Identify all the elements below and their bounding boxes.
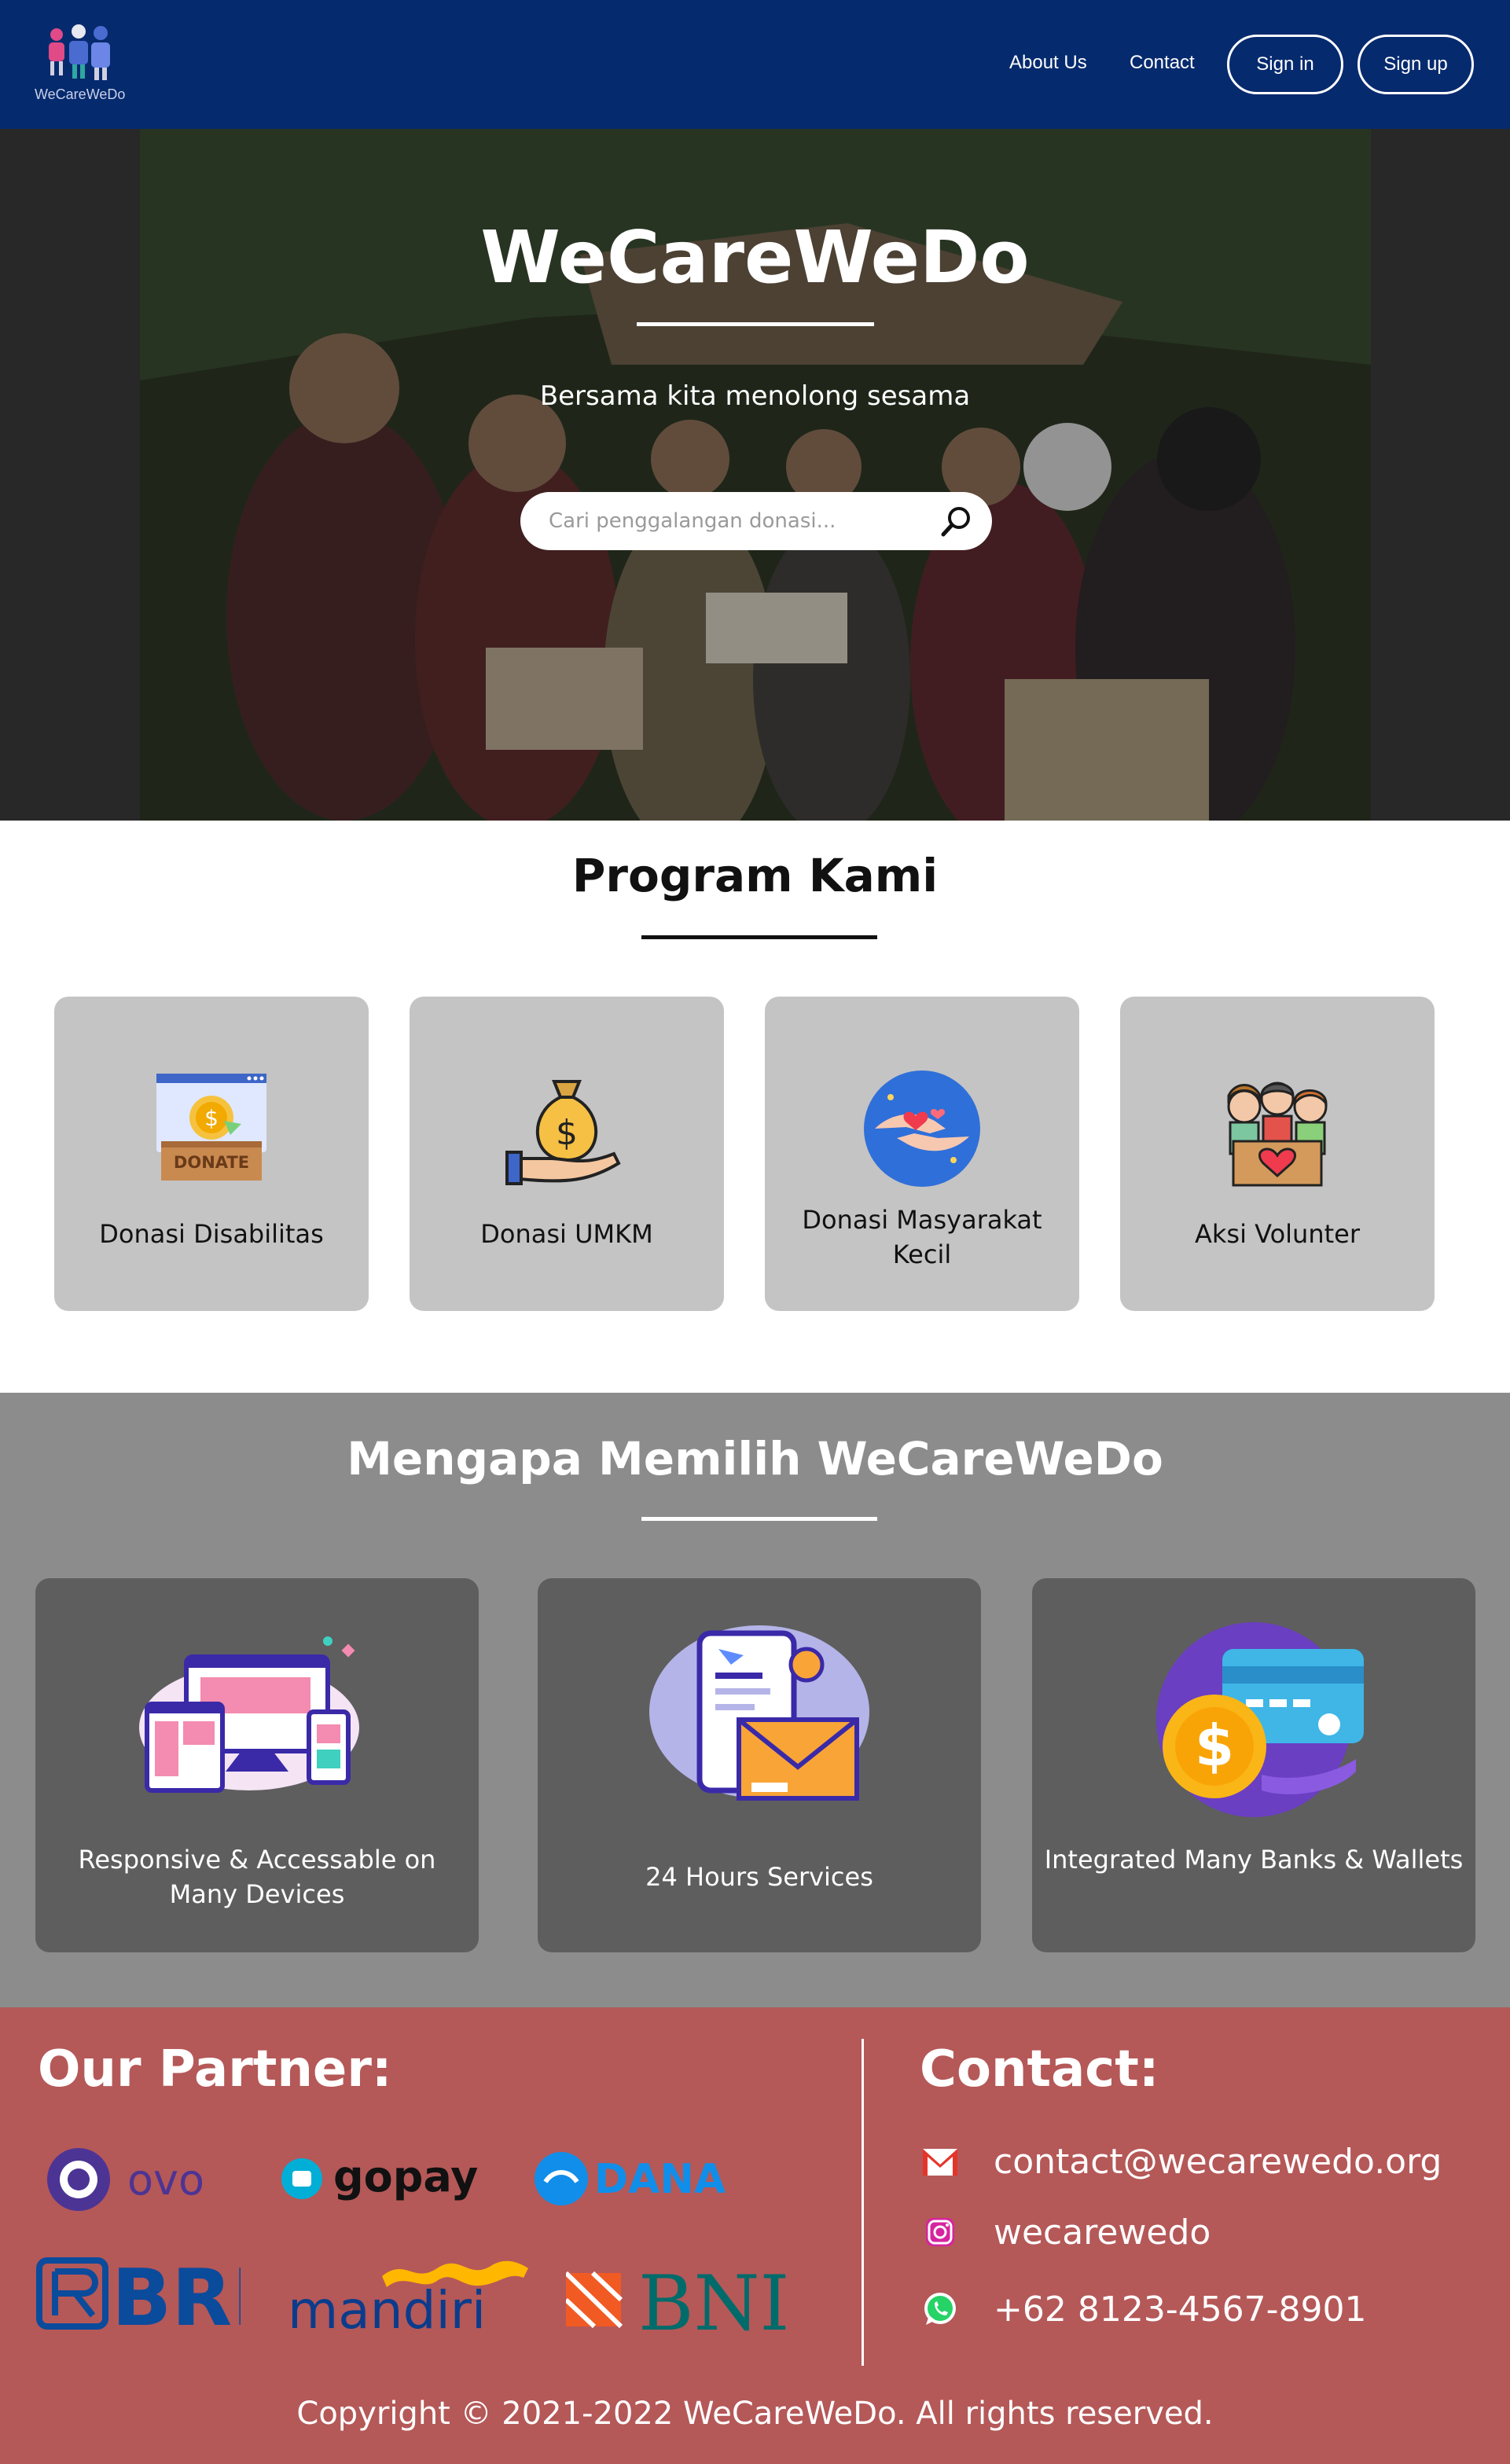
whatsapp-icon <box>924 2293 956 2325</box>
money-bag-hand-icon: $ <box>505 1080 621 1185</box>
partner-bri[interactable]: BRI <box>36 2252 261 2344</box>
svg-text:$: $ <box>204 1105 219 1131</box>
why-card-24h: 24 Hours Services <box>538 1578 981 1952</box>
bni-logo-icon: BNI <box>564 2260 789 2348</box>
donate-box-icon: $ DONATE <box>156 1074 266 1181</box>
partner-title: Our Partner: <box>38 2040 392 2099</box>
program-card-label: Aksi Volunter <box>1195 1219 1360 1249</box>
why-card-label: Responsive & Accessable on Many Devices <box>78 1845 436 1909</box>
program-title-underline <box>641 935 877 939</box>
svg-text:BNI: BNI <box>638 2260 786 2336</box>
devices-icon <box>139 1636 359 1793</box>
contact-email-row[interactable]: contact@wecarewedo.org <box>920 2138 1442 2185</box>
search-input[interactable] <box>549 506 926 536</box>
hero-section: WeCareWeDo Bersama kita menolong sesama <box>0 129 1510 821</box>
svg-text:$: $ <box>556 1113 578 1153</box>
search-icon[interactable] <box>939 503 975 539</box>
nav-about-us[interactable]: About Us <box>1009 52 1087 74</box>
program-card-masyarakat-kecil[interactable]: Donasi Masyarakat Kecil <box>765 997 1079 1311</box>
dana-logo-icon: DANA <box>535 2152 726 2205</box>
svg-text:gopay: gopay <box>333 2152 478 2201</box>
why-card-label: Integrated Many Banks & Wallets <box>1044 1845 1464 1875</box>
hero-title: WeCareWeDo <box>480 215 1030 299</box>
footer: Our Partner: ovo gopay DANA BRI <box>0 2007 1510 2464</box>
logo[interactable]: WeCareWeDo <box>31 22 141 108</box>
contact-title: Contact: <box>920 2040 1159 2099</box>
why-card-responsive: Responsive & Accessable on Many Devices <box>35 1578 479 1952</box>
svg-text:BRI: BRI <box>112 2256 241 2334</box>
program-title: Program Kami <box>571 849 939 902</box>
program-card-umkm[interactable]: $ Donasi UMKM <box>410 997 724 1311</box>
contact-phone[interactable]: +62 8123-4567-8901 <box>994 2290 1367 2330</box>
why-card-label: 24 Hours Services <box>645 1862 873 1892</box>
program-card-label: Donasi UMKM <box>480 1219 653 1249</box>
sign-in-button[interactable]: Sign in <box>1227 35 1343 94</box>
hero-subtitle: Bersama kita menolong sesama <box>539 380 971 412</box>
instagram-icon <box>926 2218 954 2246</box>
ovo-logo-icon: ovo <box>47 2148 204 2211</box>
program-card-label: Donasi Masyarakat Kecil <box>802 1205 1042 1269</box>
hero-title-underline <box>637 322 874 326</box>
donate-text: DONATE <box>174 1153 249 1172</box>
sign-up-button[interactable]: Sign up <box>1358 35 1474 94</box>
contact-phone-row[interactable]: +62 8123-4567-8901 <box>920 2286 1367 2333</box>
phone-mail-icon <box>649 1625 869 1801</box>
partner-mandiri[interactable]: mandiri <box>288 2253 531 2341</box>
partner-ovo[interactable]: ovo <box>44 2144 233 2215</box>
program-card-disabilitas[interactable]: $ DONATE Donasi Disabilitas <box>54 997 369 1311</box>
svg-text:DANA: DANA <box>594 2156 726 2203</box>
partner-gopay[interactable]: gopay <box>280 2147 484 2210</box>
svg-text:mandiri: mandiri <box>288 2280 486 2339</box>
why-title-underline <box>641 1517 877 1521</box>
mandiri-logo-icon: mandiri <box>288 2260 528 2341</box>
family-logo-icon <box>49 24 110 80</box>
contact-instagram[interactable]: wecarewedo <box>994 2212 1211 2253</box>
navbar: WeCareWeDo About Us Contact Sign in Sign… <box>0 0 1510 129</box>
logo-text: WeCareWeDo <box>35 86 126 102</box>
why-title: Mengapa Memilih WeCareWeDo <box>347 1432 1163 1485</box>
contact-instagram-row[interactable]: wecarewedo <box>920 2209 1211 2256</box>
mail-icon <box>923 2149 957 2176</box>
svg-text:ovo: ovo <box>127 2155 204 2205</box>
volunteers-heart-box-icon <box>1227 1081 1328 1187</box>
svg-text:$: $ <box>1195 1713 1234 1779</box>
footer-divider <box>862 2039 864 2366</box>
gopay-logo-icon: gopay <box>281 2152 478 2201</box>
why-card-banks: $ Integrated Many Banks & Wallets <box>1032 1578 1475 1952</box>
program-card-label: Donasi Disabilitas <box>99 1219 324 1249</box>
hands-hearts-icon <box>864 1070 980 1187</box>
credit-card-coin-icon: $ <box>1156 1622 1364 1817</box>
contact-email[interactable]: contact@wecarewedo.org <box>994 2142 1442 2182</box>
copyright: Copyright © 2021-2022 WeCareWeDo. All ri… <box>296 2396 1214 2432</box>
program-card-aksi-volunter[interactable]: Aksi Volunter <box>1120 997 1435 1311</box>
partner-bni[interactable]: BNI <box>564 2260 789 2348</box>
search-bar <box>520 492 992 550</box>
nav-contact[interactable]: Contact <box>1130 52 1195 74</box>
partner-dana[interactable]: DANA <box>533 2147 729 2210</box>
bri-logo-icon: BRI <box>36 2252 261 2344</box>
